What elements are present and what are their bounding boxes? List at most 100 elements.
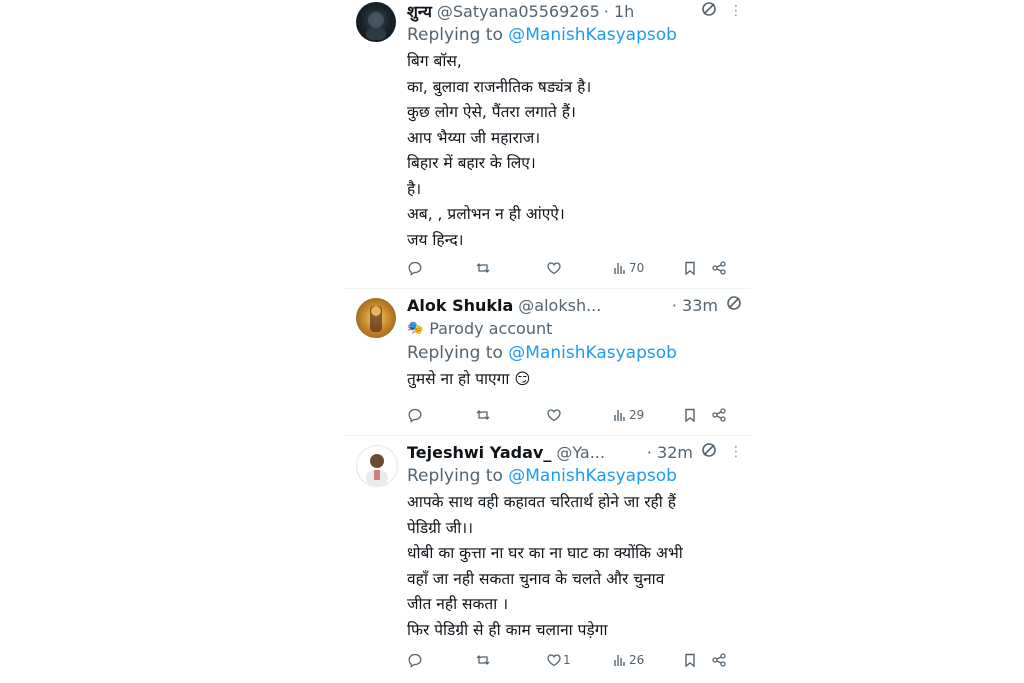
avatar[interactable] bbox=[356, 2, 396, 42]
tweet-line: आपके साथ वही कहावत चरितार्थ होने जा रही … bbox=[407, 493, 676, 511]
views-button[interactable]: 29 bbox=[612, 407, 644, 423]
parody-text: Parody account bbox=[429, 318, 553, 338]
tweet-header: Tejeshwi Yadav_ @Ya... · 32m ⋮ bbox=[407, 441, 743, 463]
reply-button[interactable] bbox=[407, 260, 423, 276]
replying-prefix: Replying to bbox=[407, 466, 509, 486]
share-icon bbox=[712, 653, 726, 667]
avatar[interactable] bbox=[356, 445, 398, 487]
like-count: 1 bbox=[563, 653, 571, 667]
retweet-button[interactable] bbox=[475, 652, 491, 668]
tweet-time[interactable]: · 32m bbox=[647, 443, 693, 462]
replying-to-link[interactable]: @ManishKasyapsob bbox=[508, 25, 677, 45]
retweet-icon bbox=[476, 410, 490, 420]
views-button[interactable]: 70 bbox=[612, 260, 644, 276]
tweet-line: वहाँ जा नही सकता चुनाव के चलते और चुनाव bbox=[407, 569, 665, 588]
tweet[interactable]: शुन्य @Satyana05569265 · 1h ⋮ Replying t… bbox=[344, 0, 750, 285]
share-button[interactable] bbox=[711, 407, 727, 423]
bookmark-icon bbox=[685, 653, 695, 668]
grok-icon[interactable] bbox=[726, 295, 742, 315]
tweet-time[interactable]: · 33m bbox=[672, 296, 718, 315]
bookmark-button[interactable] bbox=[682, 260, 698, 276]
grok-icon[interactable] bbox=[701, 1, 717, 21]
reply-thread: शुन्य @Satyana05569265 · 1h ⋮ Replying t… bbox=[344, 0, 750, 683]
tweet-actions: 1 26 bbox=[344, 652, 750, 672]
reply-icon bbox=[408, 408, 422, 423]
tweet-content: शुन्य @Satyana05569265 · 1h ⋮ Replying t… bbox=[407, 0, 743, 253]
tweet-text: आपके साथ वही कहावत चरितार्थ होने जा रही … bbox=[407, 490, 742, 643]
share-icon bbox=[712, 408, 726, 422]
user-handle[interactable]: @aloksh... bbox=[518, 296, 601, 315]
reply-icon bbox=[408, 261, 422, 276]
tweet-line: आप भैय्या जी महाराज। bbox=[407, 128, 541, 147]
like-button[interactable] bbox=[546, 260, 563, 276]
display-name[interactable]: शुन्य bbox=[407, 0, 432, 22]
user-handle[interactable]: @Ya... bbox=[556, 443, 605, 462]
tweet-content: Tejeshwi Yadav_ @Ya... · 32m ⋮ Replying … bbox=[407, 441, 743, 643]
parody-mask-icon: 🎭 bbox=[407, 320, 424, 336]
replying-to-link[interactable]: @ManishKasyapsob bbox=[508, 343, 677, 363]
bookmark-icon bbox=[685, 408, 695, 423]
views-button[interactable]: 26 bbox=[612, 652, 644, 668]
replying-to-link[interactable]: @ManishKasyapsob bbox=[508, 466, 677, 486]
grok-icon[interactable] bbox=[701, 442, 717, 462]
replying-to: Replying to @ManishKasyapsob bbox=[407, 22, 742, 48]
views-count: 26 bbox=[629, 653, 645, 667]
replying-to: Replying to @ManishKasyapsob bbox=[407, 463, 742, 489]
tweet-line: कुछ लोग ऐसे, पैंतरा लगाते हैं। bbox=[407, 103, 576, 121]
user-handle[interactable]: @Satyana05569265 bbox=[437, 2, 600, 21]
tweet[interactable]: Alok Shukla @aloksh... · 33m 🎭 Parody ac… bbox=[344, 294, 750, 432]
retweet-button[interactable] bbox=[475, 407, 491, 423]
more-icon[interactable]: ⋮ bbox=[729, 3, 743, 19]
reply-button[interactable] bbox=[407, 407, 423, 423]
tweet-time[interactable]: · 1h bbox=[604, 2, 635, 21]
views-count: 70 bbox=[629, 261, 645, 275]
heart-icon bbox=[547, 654, 561, 667]
heart-icon bbox=[547, 262, 561, 275]
tweet-text: तुमसे ना हो पाएगा 😏 bbox=[407, 367, 742, 393]
tweet-line: जय हिन्द। bbox=[407, 230, 464, 249]
like-button[interactable]: 1 bbox=[546, 652, 571, 668]
tweet-line: बिग बॉस, bbox=[407, 52, 462, 70]
parody-label: 🎭 Parody account bbox=[407, 316, 742, 340]
tweet-line: जीत नही सकता । bbox=[407, 595, 509, 613]
avatar-image bbox=[370, 306, 382, 332]
tweet-line: धोबी का कुत्ता ना घर का ना घाट का क्योंक… bbox=[407, 544, 683, 562]
tweet-line: पेडिग्री जी।। bbox=[407, 518, 474, 537]
retweet-icon bbox=[476, 263, 490, 273]
display-name[interactable]: Alok Shukla bbox=[407, 296, 513, 315]
tweet-line: का, बुलावा राजनीतिक षड्यंत्र है। bbox=[407, 77, 592, 96]
reply-button[interactable] bbox=[407, 652, 423, 668]
views-icon bbox=[614, 263, 625, 274]
tweet-header: Alok Shukla @aloksh... · 33m bbox=[407, 294, 742, 316]
tweet-header: शुन्य @Satyana05569265 · 1h ⋮ bbox=[407, 0, 743, 22]
share-button[interactable] bbox=[711, 260, 727, 276]
tweet-line: तुमसे ना हो पाएगा 😏 bbox=[407, 370, 531, 388]
bookmark-button[interactable] bbox=[682, 652, 698, 668]
replying-prefix: Replying to bbox=[407, 343, 509, 363]
heart-icon bbox=[547, 409, 561, 422]
share-button[interactable] bbox=[711, 652, 727, 668]
bookmark-icon bbox=[685, 261, 695, 276]
replying-to: Replying to @ManishKasyapsob bbox=[407, 340, 742, 366]
share-icon bbox=[712, 261, 726, 275]
tweet[interactable]: Tejeshwi Yadav_ @Ya... · 32m ⋮ Replying … bbox=[344, 441, 750, 681]
tweet-actions: 70 bbox=[344, 260, 750, 280]
avatar-image bbox=[366, 12, 386, 40]
tweet-line: फिर पेडिग्री से ही काम चलाना पड़ेगा bbox=[407, 620, 608, 639]
avatar[interactable] bbox=[356, 298, 396, 338]
display-name[interactable]: Tejeshwi Yadav_ bbox=[407, 443, 551, 462]
like-button[interactable] bbox=[546, 407, 563, 423]
divider bbox=[344, 435, 750, 436]
tweet-content: Alok Shukla @aloksh... · 33m 🎭 Parody ac… bbox=[407, 294, 742, 393]
divider bbox=[344, 288, 750, 289]
replying-prefix: Replying to bbox=[407, 25, 509, 45]
bookmark-button[interactable] bbox=[682, 407, 698, 423]
avatar-image bbox=[366, 454, 388, 486]
tweet-text: बिग बॉस, का, बुलावा राजनीतिक षड्यंत्र है… bbox=[407, 49, 742, 253]
views-icon bbox=[614, 655, 625, 666]
more-icon[interactable]: ⋮ bbox=[729, 444, 743, 460]
reply-icon bbox=[408, 653, 422, 668]
retweet-icon bbox=[476, 655, 490, 665]
tweet-line: अब, , प्रलोभन न ही आंएऐ। bbox=[407, 205, 565, 223]
retweet-button[interactable] bbox=[475, 260, 491, 276]
